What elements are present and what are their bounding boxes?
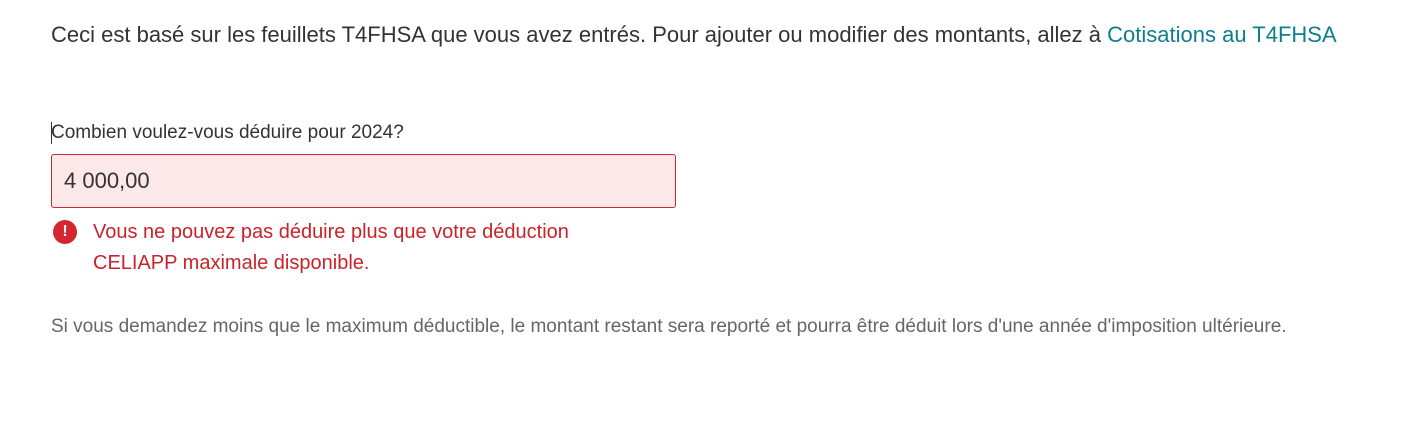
- deduction-amount-input[interactable]: [51, 154, 676, 208]
- error-text: Vous ne pouvez pas déduire plus que votr…: [93, 221, 569, 274]
- exclamation-circle-icon: !: [53, 220, 77, 244]
- t4fhsa-contributions-link[interactable]: Cotisations au T4FHSA: [1107, 22, 1336, 47]
- intro-paragraph: Ceci est basé sur les feuillets T4FHSA q…: [51, 17, 1351, 52]
- text-cursor: [51, 122, 52, 144]
- page: Ceci est basé sur les feuillets T4FHSA q…: [0, 0, 1401, 421]
- intro-text: Ceci est basé sur les feuillets T4FHSA q…: [51, 22, 1108, 47]
- carryforward-note: Si vous demandez moins que le maximum dé…: [51, 316, 1287, 337]
- deduction-question-label: Combien voulez-vous déduire pour 2024?: [51, 122, 404, 143]
